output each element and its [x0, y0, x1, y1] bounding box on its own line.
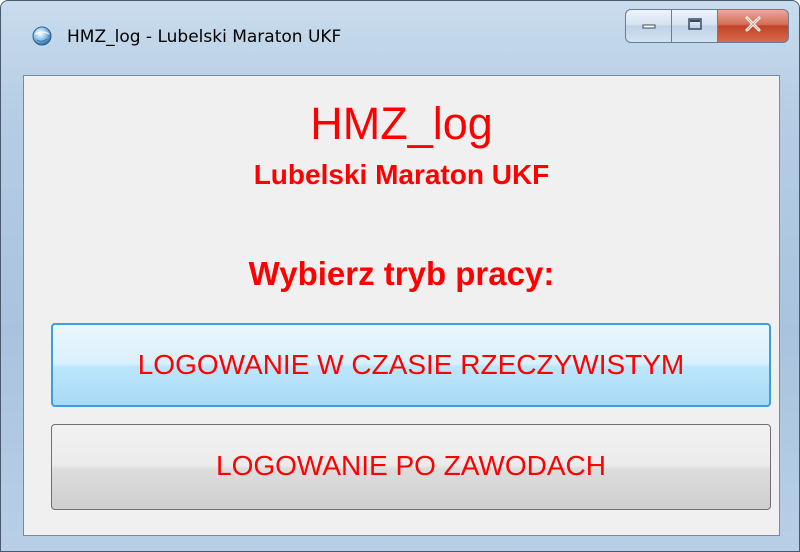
- minimize-icon: [641, 17, 657, 35]
- client-area: HMZ_log Lubelski Maraton UKF Wybierz try…: [23, 75, 780, 536]
- app-name-heading: HMZ_log: [310, 98, 493, 149]
- mode-prompt: Wybierz tryb pracy:: [248, 255, 555, 292]
- event-name-heading: Lubelski Maraton UKF: [253, 159, 550, 190]
- window-title: HMZ_log - Lubelski Maraton UKF: [67, 27, 342, 47]
- maximize-button[interactable]: [671, 9, 717, 43]
- close-button[interactable]: [717, 9, 789, 43]
- app-globe-icon[interactable]: [31, 25, 53, 47]
- close-icon: [743, 16, 763, 37]
- maximize-icon: [687, 17, 703, 36]
- title-bar[interactable]: HMZ_log - Lubelski Maraton UKF: [1, 1, 799, 75]
- post-race-logging-button[interactable]: LOGOWANIE PO ZAWODACH: [51, 424, 771, 510]
- minimize-button[interactable]: [625, 9, 671, 43]
- window-controls: [625, 9, 789, 43]
- app-window: HMZ_log - Lubelski Maraton UKF HMZ_log L…: [0, 0, 800, 552]
- realtime-logging-button[interactable]: LOGOWANIE W CZASIE RZECZYWISTYM: [51, 323, 771, 407]
